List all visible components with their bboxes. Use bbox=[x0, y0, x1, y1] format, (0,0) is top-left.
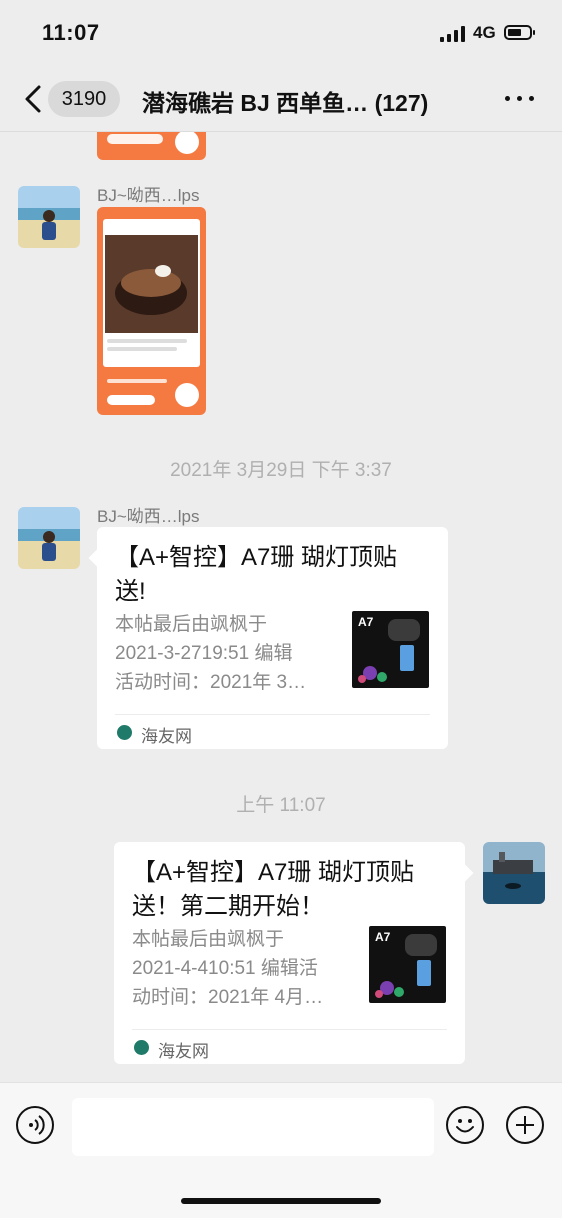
link-card[interactable]: 【A+智控】A7珊 瑚灯顶贴 送！第二期开始！ 本帖最后由飒枫于 2021-4-… bbox=[114, 842, 465, 1064]
card-title-line: 送! bbox=[115, 578, 146, 605]
chat-area[interactable]: BJ~呦西…lps 2021年 3月29日 下午 3:37 BJ~呦西…lps … bbox=[0, 132, 562, 1082]
image-message[interactable] bbox=[97, 132, 206, 160]
card-desc-line: 动时间：2021年 4月… bbox=[132, 987, 324, 1008]
voice-icon[interactable] bbox=[16, 1106, 54, 1144]
avatar[interactable] bbox=[18, 186, 80, 248]
card-divider bbox=[132, 1029, 447, 1030]
card-source: 海友网 bbox=[158, 1042, 209, 1061]
plus-icon[interactable] bbox=[506, 1106, 544, 1144]
unread-badge[interactable]: 3190 bbox=[48, 81, 120, 117]
avatar[interactable] bbox=[18, 507, 80, 569]
card-thumbnail: A7 bbox=[369, 926, 446, 1003]
card-title-line: 【A+智控】A7珊 瑚灯顶贴 bbox=[132, 859, 415, 886]
link-card[interactable]: 【A+智控】A7珊 瑚灯顶贴 送! 本帖最后由飒枫于 2021-3-2719:5… bbox=[97, 527, 448, 749]
timestamp: 2021年 3月29日 下午 3:37 bbox=[170, 460, 392, 481]
battery-icon bbox=[504, 25, 535, 40]
card-desc-line: 2021-4-410:51 编辑活 bbox=[132, 958, 318, 979]
card-thumbnail: A7 bbox=[352, 611, 429, 688]
card-title-line: 送！第二期开始！ bbox=[132, 893, 324, 920]
network-label: 4G bbox=[473, 23, 496, 42]
back-icon[interactable] bbox=[22, 84, 46, 114]
my-avatar[interactable] bbox=[483, 842, 545, 904]
emoji-icon[interactable] bbox=[446, 1106, 484, 1144]
status-time: 11:07 bbox=[42, 20, 100, 45]
sender-name: BJ~呦西…lps bbox=[97, 507, 200, 526]
card-desc-line: 本帖最后由飒枫于 bbox=[132, 929, 285, 950]
sender-name: BJ~呦西…lps bbox=[97, 186, 200, 205]
more-icon[interactable] bbox=[505, 96, 535, 102]
card-desc-line: 活动时间：2021年 3… bbox=[115, 672, 307, 693]
card-desc-line: 本帖最后由飒枫于 bbox=[115, 614, 268, 635]
image-message[interactable] bbox=[97, 207, 206, 415]
message-input[interactable] bbox=[72, 1098, 434, 1156]
card-desc-line: 2021-3-2719:51 编辑 bbox=[115, 643, 293, 664]
card-source: 海友网 bbox=[141, 727, 192, 746]
source-icon bbox=[134, 1040, 149, 1055]
chat-title: 潜海礁岩 BJ 西单鱼… (127) bbox=[142, 90, 429, 116]
signal-icon bbox=[440, 26, 465, 42]
card-title-line: 【A+智控】A7珊 瑚灯顶贴 bbox=[115, 544, 398, 571]
home-indicator bbox=[181, 1198, 381, 1204]
source-icon bbox=[117, 725, 132, 740]
timestamp: 上午 11:07 bbox=[236, 795, 326, 816]
card-divider bbox=[115, 714, 430, 715]
